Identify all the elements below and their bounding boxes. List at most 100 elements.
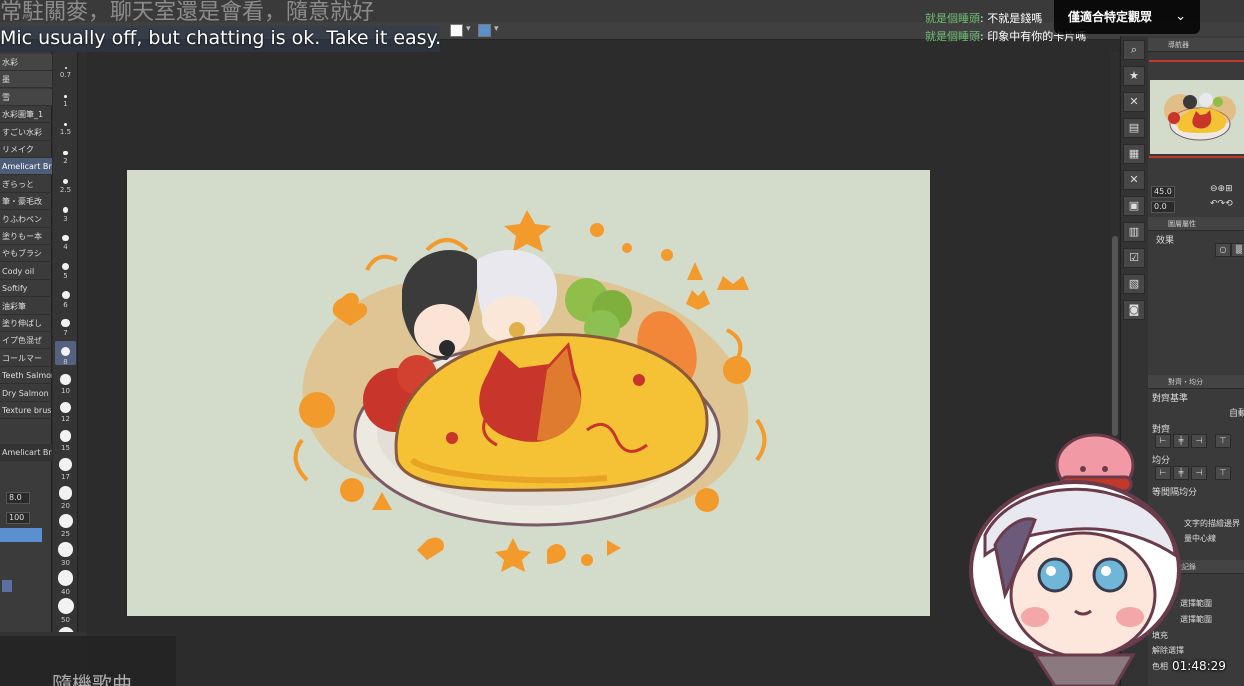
brush-size-dot[interactable] <box>62 206 69 213</box>
brush-item[interactable]: 水彩 <box>0 54 52 71</box>
brush-size-palette: 0.711.522.534567810121517202530405060 <box>53 52 78 686</box>
brush-size-dot[interactable] <box>60 402 71 414</box>
chat-text: 不就是錢嗎 <box>987 12 1043 25</box>
brush-item[interactable]: Amelicart Brush <box>0 158 52 176</box>
color-chip[interactable] <box>2 580 12 592</box>
zoom-field[interactable]: 45.0 <box>1151 186 1175 198</box>
brush-size-dot[interactable] <box>64 94 67 98</box>
scrollbar-thumb[interactable] <box>1112 236 1118 436</box>
brush-size-dot[interactable] <box>58 486 73 500</box>
brush-size-label: 40 <box>61 587 70 596</box>
brush-size-dot[interactable] <box>57 570 74 586</box>
brush-item[interactable]: 筆・豪毛改 <box>0 193 52 211</box>
brush-size-dot[interactable] <box>57 598 74 615</box>
distribute-top-icon[interactable]: ⊤ <box>1215 466 1231 480</box>
brush-size-dot[interactable] <box>63 150 68 156</box>
close-icon[interactable]: ✕ <box>1123 92 1145 112</box>
align-basis-label: 對齊基準 <box>1152 394 1189 404</box>
layer-icon[interactable]: ▤ <box>1123 118 1145 138</box>
tool-property-brush-name: Amelicart Brush <box>0 444 52 461</box>
brush-size-dot[interactable] <box>59 430 72 443</box>
left-scrollbar[interactable] <box>79 52 87 686</box>
effect-label: 效果 <box>1156 236 1175 246</box>
brush-item[interactable]: 水彩圖筆_1 <box>0 106 52 124</box>
brush-size-dot[interactable] <box>61 290 70 299</box>
brush-size-label: 1 <box>63 99 68 108</box>
omurice-illustration <box>293 210 767 572</box>
effect-border-icon[interactable]: ○ <box>1215 243 1231 257</box>
effect-tone-icon[interactable]: ▒ <box>1231 243 1244 257</box>
sub-color-swatch[interactable] <box>478 24 491 37</box>
brush-size-label: 0.7 <box>59 71 72 79</box>
brush-item[interactable]: ぎらっと <box>0 176 52 193</box>
brush-size-label: 4 <box>63 243 68 252</box>
clip-studio-stream-screen: ▾ ▾ 水彩墨雪水彩圖筆_1すごい水彩リメイクAmelicart Brushぎら… <box>0 0 1244 686</box>
camera-icon[interactable]: ◙ <box>1123 300 1145 320</box>
red-divider <box>1149 60 1244 62</box>
brush-size-dot[interactable] <box>63 178 68 184</box>
brush-size-label: 2 <box>63 157 68 166</box>
brush-item[interactable]: コールマー <box>0 350 52 367</box>
cross-icon[interactable]: ✕ <box>1123 170 1145 190</box>
zoom-buttons-icon[interactable]: ⊖⊕⊞ <box>1210 184 1233 194</box>
brush-size-dot[interactable] <box>63 122 68 127</box>
brush-size-dot[interactable] <box>58 514 73 529</box>
brush-item[interactable]: イプ色混ぜ <box>0 332 52 350</box>
brush-item[interactable]: 塗り伸ばし <box>0 315 52 332</box>
brush-item[interactable]: 油彩筆 <box>0 298 52 315</box>
rotate-buttons-icon[interactable]: ↶↷⟲ <box>1210 199 1233 209</box>
navigator-thumbnail[interactable] <box>1150 80 1244 154</box>
auto-label: 自動 <box>1229 409 1244 419</box>
brush-item[interactable]: Softify <box>0 280 52 298</box>
navigator-header: 導航器 <box>1148 38 1244 52</box>
brush-size-dot[interactable] <box>60 374 71 385</box>
caption-english: Mic usually off, but chatting is ok. Tak… <box>0 27 442 49</box>
align-top-icon[interactable]: ⊤ <box>1215 434 1231 448</box>
brush-item[interactable]: Teeth Salmon <box>0 367 52 385</box>
drawing-canvas[interactable] <box>127 170 930 616</box>
brush-item[interactable]: 塗りもー本 <box>0 228 52 245</box>
folder-icon[interactable]: ▣ <box>1123 196 1145 216</box>
history-icon[interactable]: ▥ <box>1123 222 1145 242</box>
brush-item[interactable]: すごい水彩 <box>0 124 52 141</box>
opacity-field[interactable]: 100 <box>6 512 30 524</box>
search-icon[interactable]: ⌕ <box>1123 40 1145 60</box>
brush-size-dot[interactable] <box>58 542 73 557</box>
brush-size-field[interactable]: 8.0 <box>6 492 30 504</box>
grid-icon[interactable]: ▦ <box>1123 144 1145 164</box>
brush-item[interactable]: Cody oil <box>0 263 52 280</box>
brush-size-label: 1.5 <box>59 128 72 137</box>
audience-select-button[interactable]: 僅適合特定觀眾 ⌄ <box>1054 0 1200 34</box>
brush-item[interactable]: 墨 <box>0 71 52 89</box>
brush-item[interactable]: りふわペン <box>0 211 52 228</box>
align-header: 對齊・均分 <box>1148 375 1244 389</box>
brush-item[interactable]: リメイク <box>0 141 52 158</box>
brush-size-label: 17 <box>61 472 70 481</box>
video-timestamp: 01:48:29 <box>1172 659 1226 673</box>
brush-size-dot[interactable] <box>61 318 70 328</box>
brush-size-dot[interactable] <box>64 67 67 69</box>
star-icon[interactable]: ★ <box>1123 66 1145 86</box>
chat-username: 就是個睡頭 <box>925 12 980 25</box>
brush-size-dot[interactable] <box>61 262 70 270</box>
chevron-down-icon[interactable]: ▾ <box>466 24 471 34</box>
brush-size-label: 3 <box>63 214 68 223</box>
navigator-preview <box>1164 93 1236 141</box>
brush-item[interactable]: Texture brush <box>0 402 52 419</box>
brush-size-dot[interactable] <box>62 234 69 242</box>
rotate-field[interactable]: 0.0 <box>1151 201 1175 213</box>
brush-item[interactable]: やもブラシ <box>0 245 52 263</box>
brush-size-label: 12 <box>61 415 70 424</box>
audience-select-label: 僅適合特定觀眾 <box>1068 10 1153 24</box>
image-icon[interactable]: ▧ <box>1123 274 1145 294</box>
layer-property-header: 圖層屬性 <box>1148 217 1244 231</box>
now-playing-lyric: 隨機歌曲 <box>52 672 132 686</box>
brush-size-dot[interactable] <box>59 458 72 471</box>
streamer-avatar <box>969 433 1181 686</box>
chat-username: 就是個睡頭 <box>925 30 980 43</box>
chevron-down-icon[interactable]: ▾ <box>494 24 499 34</box>
brush-item[interactable]: Dry Salmon <box>0 385 52 402</box>
check-icon[interactable]: ☑ <box>1123 248 1145 268</box>
main-color-swatch[interactable] <box>450 24 463 37</box>
brush-item[interactable]: 雪 <box>0 88 52 106</box>
